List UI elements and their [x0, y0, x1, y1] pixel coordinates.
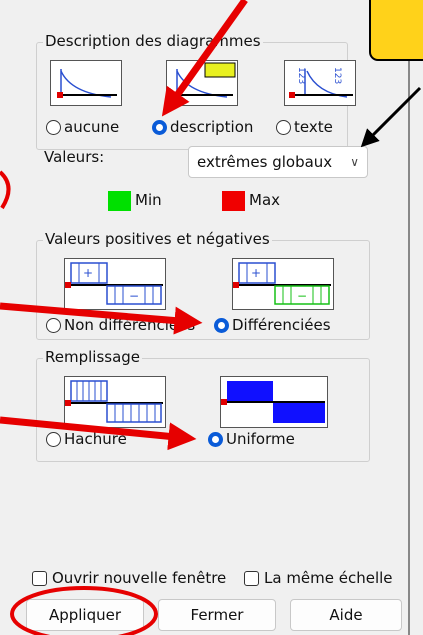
chevron-down-icon: ∨	[350, 155, 359, 169]
diagram-description-icon[interactable]	[166, 60, 238, 106]
svg-text:−: −	[129, 289, 139, 303]
svg-text:+: +	[251, 266, 261, 280]
remplissage-group-title: Remplissage	[43, 348, 143, 366]
svg-text:+: +	[83, 266, 93, 280]
radio-circle-selected[interactable]	[152, 119, 167, 135]
radio-texte-label: texte	[294, 118, 333, 136]
uniform-fill-icon[interactable]	[220, 376, 328, 428]
radio-circle[interactable]	[46, 431, 61, 447]
radio-description[interactable]: description	[152, 118, 253, 136]
new-window-label: Ouvrir nouvelle fenêtre	[52, 569, 227, 587]
radio-hachure[interactable]: Hachuré	[46, 430, 127, 448]
icon-text-label-right: 123	[332, 67, 342, 84]
diagram-settings-panel: Description des diagrammes 123 123 aucun…	[0, 0, 410, 635]
min-swatch	[108, 191, 131, 211]
valeurs-label: Valeurs:	[44, 148, 105, 166]
radio-uniforme[interactable]: Uniforme	[208, 430, 295, 448]
pos-neg-group-title: Valeurs positives et négatives	[43, 230, 272, 248]
valeurs-dropdown[interactable]: extrêmes globaux ∨	[188, 146, 368, 178]
undifferentiated-icon[interactable]: + −	[64, 258, 166, 310]
radio-hachure-label: Hachuré	[64, 430, 127, 448]
close-button-label: Fermer	[190, 606, 244, 624]
checkbox-box[interactable]	[32, 570, 47, 586]
radio-uniforme-label: Uniforme	[226, 430, 295, 448]
radio-circle[interactable]	[276, 119, 291, 135]
radio-aucune[interactable]: aucune	[46, 118, 119, 136]
radio-description-label: description	[170, 118, 254, 136]
radio-circle[interactable]	[46, 317, 61, 333]
same-scale-label: La même échelle	[264, 569, 393, 587]
diagram-none-icon[interactable]	[50, 60, 122, 106]
svg-text:−: −	[297, 289, 307, 303]
radio-non-differenciees[interactable]: Non différenciées	[46, 316, 195, 334]
diagram-text-icon[interactable]: 123 123	[284, 60, 356, 106]
max-label: Max	[249, 191, 281, 209]
apply-button[interactable]: Appliquer	[26, 599, 144, 631]
hatched-fill-icon[interactable]	[64, 376, 166, 428]
same-scale-checkbox[interactable]: La même échelle	[244, 569, 393, 587]
radio-circle-selected[interactable]	[208, 431, 223, 447]
differentiated-icon[interactable]: + −	[232, 258, 334, 310]
new-window-checkbox[interactable]: Ouvrir nouvelle fenêtre	[32, 569, 226, 587]
help-button[interactable]: Aide	[290, 599, 402, 631]
radio-circle[interactable]	[46, 119, 61, 135]
max-swatch	[222, 191, 245, 211]
description-group-title: Description des diagrammes	[43, 32, 263, 50]
radio-circle-selected[interactable]	[214, 317, 229, 333]
radio-aucune-label: aucune	[64, 118, 120, 136]
close-button[interactable]: Fermer	[158, 599, 276, 631]
checkbox-box[interactable]	[244, 570, 259, 586]
icon-text-label-left: 123	[296, 67, 306, 84]
radio-differenciees-label: Différenciées	[232, 316, 331, 334]
help-button-label: Aide	[329, 606, 363, 624]
radio-non-differenciees-label: Non différenciées	[64, 316, 196, 334]
radio-texte[interactable]: texte	[276, 118, 333, 136]
valeurs-dropdown-value: extrêmes globaux	[197, 153, 333, 171]
radio-differenciees[interactable]: Différenciées	[214, 316, 331, 334]
apply-button-label: Appliquer	[48, 606, 122, 624]
min-label: Min	[135, 191, 162, 209]
